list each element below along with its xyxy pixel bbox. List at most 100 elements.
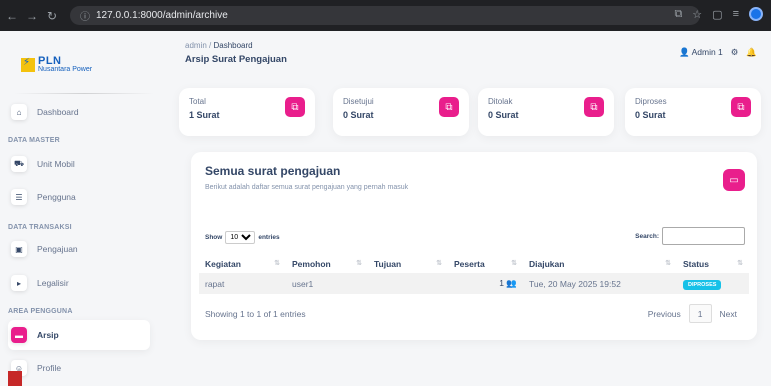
sidebar-item-label: Dashboard xyxy=(37,107,79,117)
section-heading-area-pengguna: AREA PENGGUNA xyxy=(8,308,73,315)
top-right-actions: 👤 Admin 1 ⚙ 🔔 xyxy=(679,47,757,58)
sidebar-item-label: Pengguna xyxy=(37,192,76,202)
column-label: Peserta xyxy=(454,258,485,269)
pln-logo-icon xyxy=(21,57,35,72)
breadcrumb-root[interactable]: admin xyxy=(185,41,207,50)
section-heading-data-master: DATA MASTER xyxy=(8,137,60,144)
cell-peserta: 1 👥 xyxy=(448,273,523,294)
users-icon: ☰ xyxy=(11,189,27,205)
participants-icon: 👥 xyxy=(506,278,517,288)
entries-label: entries xyxy=(258,234,280,241)
archive-icon: ▬ xyxy=(11,327,27,343)
user-icon: 👤 xyxy=(679,47,690,57)
stat-value: 0 Surat xyxy=(343,110,374,120)
stat-title: Diproses xyxy=(635,97,667,106)
sort-icon: ⇅ xyxy=(356,259,362,267)
sort-icon: ⇅ xyxy=(274,259,280,267)
column-header-pemohon[interactable]: Pemohon ⇅ xyxy=(286,254,368,273)
menu-icon[interactable]: ≡ xyxy=(733,8,739,20)
reload-icon[interactable]: ↻ xyxy=(44,9,60,23)
document-copy-icon: ⧉ xyxy=(731,97,751,117)
status-badge: DIPROSES xyxy=(683,279,722,290)
cell-tujuan xyxy=(368,273,448,294)
sidebar-divider xyxy=(14,93,154,94)
document-copy-icon: ⧉ xyxy=(285,97,305,117)
browser-toolbar: ← → ↻ ⓘ 127.0.0.1:8000/admin/archive ⧉ ☆… xyxy=(0,0,771,31)
pagination: Previous 1 Next xyxy=(640,304,745,323)
stat-card-disetujui: Disetujui 0 Surat ⧉ xyxy=(333,88,469,136)
address-bar[interactable]: ⓘ 127.0.0.1:8000/admin/archive xyxy=(70,6,700,25)
profile-avatar-icon[interactable] xyxy=(749,7,763,21)
translate-icon[interactable]: ⧉ xyxy=(674,8,682,21)
sidebar-item-label: Profile xyxy=(37,363,62,373)
stat-value: 0 Surat xyxy=(635,110,666,120)
card-description: Berikut adalah daftar semua surat pengaj… xyxy=(205,184,409,191)
sidebar-item-dashboard[interactable]: ⌂ Dashboard xyxy=(8,97,150,127)
column-label: Tujuan xyxy=(374,258,402,269)
breadcrumb: admin / Dashboard xyxy=(185,41,253,50)
archive-box-icon[interactable]: ▭ xyxy=(723,169,745,191)
column-header-tujuan[interactable]: Tujuan ⇅ xyxy=(368,254,448,273)
sidebar-item-unit-mobil[interactable]: ⛟ Unit Mobil xyxy=(8,149,150,179)
breadcrumb-current: Dashboard xyxy=(213,41,253,50)
sidebar-item-label: Pengajuan xyxy=(37,244,78,254)
user-menu[interactable]: 👤 Admin 1 xyxy=(679,47,723,58)
document-icon: ▣ xyxy=(11,241,27,257)
table-header-row: Kegiatan ⇅ Pemohon ⇅ Tujuan ⇅ Peserta ⇅ Diaj… xyxy=(199,254,749,273)
settings-gear-icon[interactable]: ⚙ xyxy=(731,47,739,58)
sidebar-item-profile[interactable]: ☺ Profile xyxy=(8,353,150,383)
submissions-card: Semua surat pengajuan Berikut adalah daf… xyxy=(191,152,757,340)
stat-card-diproses: Diproses 0 Surat ⧉ xyxy=(625,88,761,136)
site-info-icon[interactable]: ⓘ xyxy=(80,8,90,23)
search-input[interactable] xyxy=(662,227,745,245)
stamp-icon: ▸ xyxy=(11,275,27,291)
car-icon: ⛟ xyxy=(11,156,27,172)
column-label: Diajukan xyxy=(529,258,565,269)
sidebar-item-label: Arsip xyxy=(37,330,59,340)
entries-select[interactable]: 10 xyxy=(225,231,256,244)
page-title: Arsip Surat Pengajuan xyxy=(185,54,287,65)
home-icon: ⌂ xyxy=(11,104,27,120)
extensions-icon[interactable]: ▢ xyxy=(712,8,722,21)
pagination-page[interactable]: 1 xyxy=(688,304,712,323)
table-row[interactable]: rapat user1 1 👥 Tue, 20 May 2025 19:52 D… xyxy=(199,273,749,294)
forward-icon[interactable]: → xyxy=(24,9,40,23)
table-search: Search: xyxy=(635,227,745,245)
cell-kegiatan: rapat xyxy=(205,278,225,289)
column-header-kegiatan[interactable]: Kegiatan ⇅ xyxy=(199,254,286,273)
url-text: 127.0.0.1:8000/admin/archive xyxy=(96,10,228,21)
logo[interactable]: PLN Nusantara Power xyxy=(21,56,92,74)
show-label: Show xyxy=(205,234,223,241)
corner-indicator xyxy=(8,371,22,386)
section-heading-data-transaksi: DATA TRANSAKSI xyxy=(8,224,72,231)
logo-subtitle: Nusantara Power xyxy=(38,66,93,73)
column-header-diajukan[interactable]: Diajukan ⇅ xyxy=(523,254,677,273)
sidebar-item-pengguna[interactable]: ☰ Pengguna xyxy=(8,182,150,212)
stat-value: 1 Surat xyxy=(189,110,220,120)
column-header-peserta[interactable]: Peserta ⇅ xyxy=(448,254,523,273)
stat-title: Total xyxy=(189,97,206,106)
bookmark-star-icon[interactable]: ☆ xyxy=(692,8,702,21)
logo-brand: PLN xyxy=(38,55,62,67)
submissions-table: Kegiatan ⇅ Pemohon ⇅ Tujuan ⇅ Peserta ⇅ Diaj… xyxy=(199,254,749,294)
sort-icon: ⇅ xyxy=(665,259,671,267)
stat-card-total: Total 1 Surat ⧉ xyxy=(179,88,315,136)
sidebar-item-pengajuan[interactable]: ▣ Pengajuan xyxy=(8,234,150,264)
sidebar-item-label: Legalisir xyxy=(37,278,69,288)
column-label: Kegiatan xyxy=(205,258,241,269)
column-label: Status xyxy=(683,258,709,269)
back-icon[interactable]: ← xyxy=(4,9,20,23)
cell-diajukan: Tue, 20 May 2025 19:52 xyxy=(529,278,621,289)
cell-pemohon: user1 xyxy=(292,278,314,289)
pagination-next[interactable]: Next xyxy=(712,304,745,323)
sort-icon: ⇅ xyxy=(737,259,743,267)
user-name: Admin 1 xyxy=(691,47,723,57)
sidebar-item-legalisir[interactable]: ▸ Legalisir xyxy=(8,268,150,298)
card-heading: Semua surat pengajuan xyxy=(205,164,341,178)
notification-bell-icon[interactable]: 🔔 xyxy=(746,47,757,58)
sidebar-item-arsip[interactable]: ▬ Arsip xyxy=(8,320,150,350)
pagination-previous[interactable]: Previous xyxy=(640,304,689,323)
column-header-status[interactable]: Status ⇅ xyxy=(677,254,749,273)
document-copy-icon: ⧉ xyxy=(439,97,459,117)
table-info: Showing 1 to 1 of 1 entries xyxy=(205,309,306,319)
